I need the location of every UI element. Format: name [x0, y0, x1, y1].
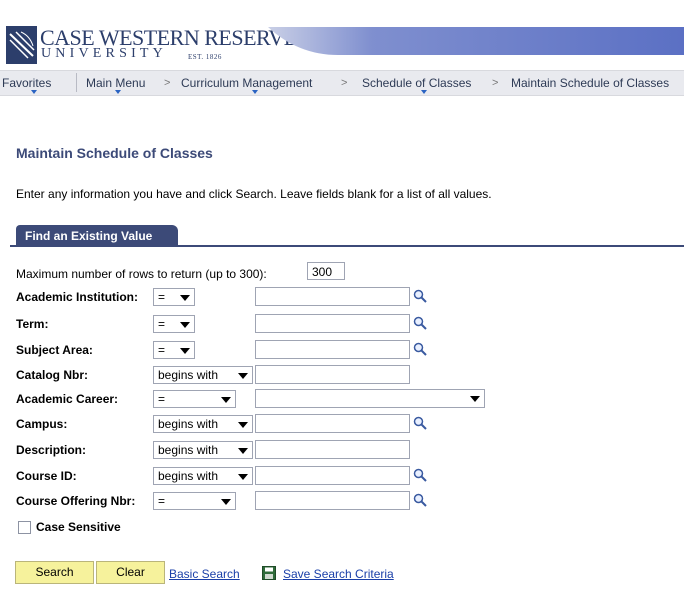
dropdown-arrow-icon	[238, 373, 248, 379]
header-swoosh	[268, 27, 684, 55]
operator-value: begins with	[158, 443, 219, 457]
operator-value: =	[158, 290, 166, 304]
max-rows-label: Maximum number of rows to return (up to …	[16, 267, 267, 281]
description-operator[interactable]: begins with	[153, 441, 253, 459]
catalog-nbr-input[interactable]	[255, 365, 410, 384]
academic-institution-label: Academic Institution:	[16, 290, 139, 304]
course-id-label: Course ID:	[16, 469, 77, 483]
tab-underline	[10, 245, 684, 247]
chevron-down-icon[interactable]	[252, 90, 258, 94]
term-label: Term:	[16, 317, 49, 331]
magnifier-icon[interactable]	[413, 493, 427, 507]
course-id-input[interactable]	[255, 466, 410, 485]
nav-main-menu[interactable]: Main Menu	[86, 76, 145, 90]
operator-value: begins with	[158, 469, 219, 483]
tab-label: Find an Existing Value	[25, 229, 153, 243]
case-sensitive-label: Case Sensitive	[36, 520, 121, 534]
academic-institution-input[interactable]	[255, 287, 410, 306]
dropdown-arrow-icon	[180, 348, 190, 354]
chevron-down-icon[interactable]	[115, 90, 121, 94]
course-id-operator[interactable]: begins with	[153, 467, 253, 485]
academic-institution-operator[interactable]: =	[153, 288, 195, 306]
magnifier-icon[interactable]	[413, 316, 427, 330]
term-operator[interactable]: =	[153, 315, 195, 333]
nav-divider	[76, 73, 77, 92]
branding-header: CASE WESTERN RESERVE UNIVERSITY EST. 182…	[0, 0, 684, 70]
max-rows-input[interactable]: 300	[307, 262, 345, 280]
term-input[interactable]	[255, 314, 410, 333]
description-label: Description:	[16, 443, 87, 457]
magnifier-icon[interactable]	[413, 289, 427, 303]
basic-search-link[interactable]: Basic Search	[169, 567, 240, 581]
save-search-criteria-link[interactable]: Save Search Criteria	[283, 567, 394, 581]
chevron-down-icon[interactable]	[421, 90, 427, 94]
brand-est: EST. 1826	[188, 53, 222, 61]
clear-button[interactable]: Clear	[96, 561, 165, 584]
brand-subname: UNIVERSITY	[41, 46, 167, 61]
subject-area-input[interactable]	[255, 340, 410, 359]
magnifier-icon[interactable]	[413, 416, 427, 430]
dropdown-arrow-icon	[470, 396, 480, 402]
operator-value: =	[158, 494, 166, 508]
operator-value: begins with	[158, 417, 219, 431]
floppy-disk-icon[interactable]	[262, 566, 276, 580]
nav-curriculum-management[interactable]: Curriculum Management	[181, 76, 312, 90]
breadcrumb-separator: >	[164, 77, 171, 89]
tab-find-existing-value[interactable]: Find an Existing Value	[16, 225, 178, 246]
breadcrumb-separator: >	[492, 77, 499, 89]
academic-career-select[interactable]	[255, 389, 485, 408]
instructions-text: Enter any information you have and click…	[16, 187, 492, 201]
course-offering-nbr-input[interactable]	[255, 491, 410, 510]
nav-schedule-of-classes[interactable]: Schedule of Classes	[362, 76, 471, 90]
magnifier-icon[interactable]	[413, 342, 427, 356]
chevron-down-icon[interactable]	[31, 90, 37, 94]
course-offering-nbr-label: Course Offering Nbr:	[16, 494, 136, 508]
academic-career-label: Academic Career:	[16, 392, 119, 406]
search-button[interactable]: Search	[15, 561, 94, 584]
catalog-nbr-operator[interactable]: begins with	[153, 366, 253, 384]
operator-value: =	[158, 392, 166, 406]
dropdown-arrow-icon	[221, 397, 231, 403]
university-shield-icon	[6, 26, 37, 64]
dropdown-arrow-icon	[238, 422, 248, 428]
nav-maintain-schedule-of-classes[interactable]: Maintain Schedule of Classes	[511, 76, 669, 90]
course-offering-nbr-operator[interactable]: =	[153, 492, 236, 510]
dropdown-arrow-icon	[180, 322, 190, 328]
campus-operator[interactable]: begins with	[153, 415, 253, 433]
subject-area-operator[interactable]: =	[153, 341, 195, 359]
breadcrumb-separator: >	[341, 77, 348, 89]
case-sensitive-checkbox[interactable]	[18, 521, 31, 534]
operator-value: begins with	[158, 368, 219, 382]
nav-favorites[interactable]: Favorites	[2, 76, 51, 90]
campus-input[interactable]	[255, 414, 410, 433]
dropdown-arrow-icon	[238, 474, 248, 480]
description-input[interactable]	[255, 440, 410, 459]
magnifier-icon[interactable]	[413, 468, 427, 482]
dropdown-arrow-icon	[221, 499, 231, 505]
subject-area-label: Subject Area:	[16, 343, 93, 357]
catalog-nbr-label: Catalog Nbr:	[16, 368, 88, 382]
dropdown-arrow-icon	[180, 295, 190, 301]
operator-value: =	[158, 317, 166, 331]
page-title: Maintain Schedule of Classes	[16, 145, 213, 161]
breadcrumb: Favorites Main Menu > Curriculum Managem…	[0, 70, 684, 96]
campus-label: Campus:	[16, 417, 68, 431]
dropdown-arrow-icon	[238, 448, 248, 454]
academic-career-operator[interactable]: =	[153, 390, 236, 408]
operator-value: =	[158, 343, 166, 357]
